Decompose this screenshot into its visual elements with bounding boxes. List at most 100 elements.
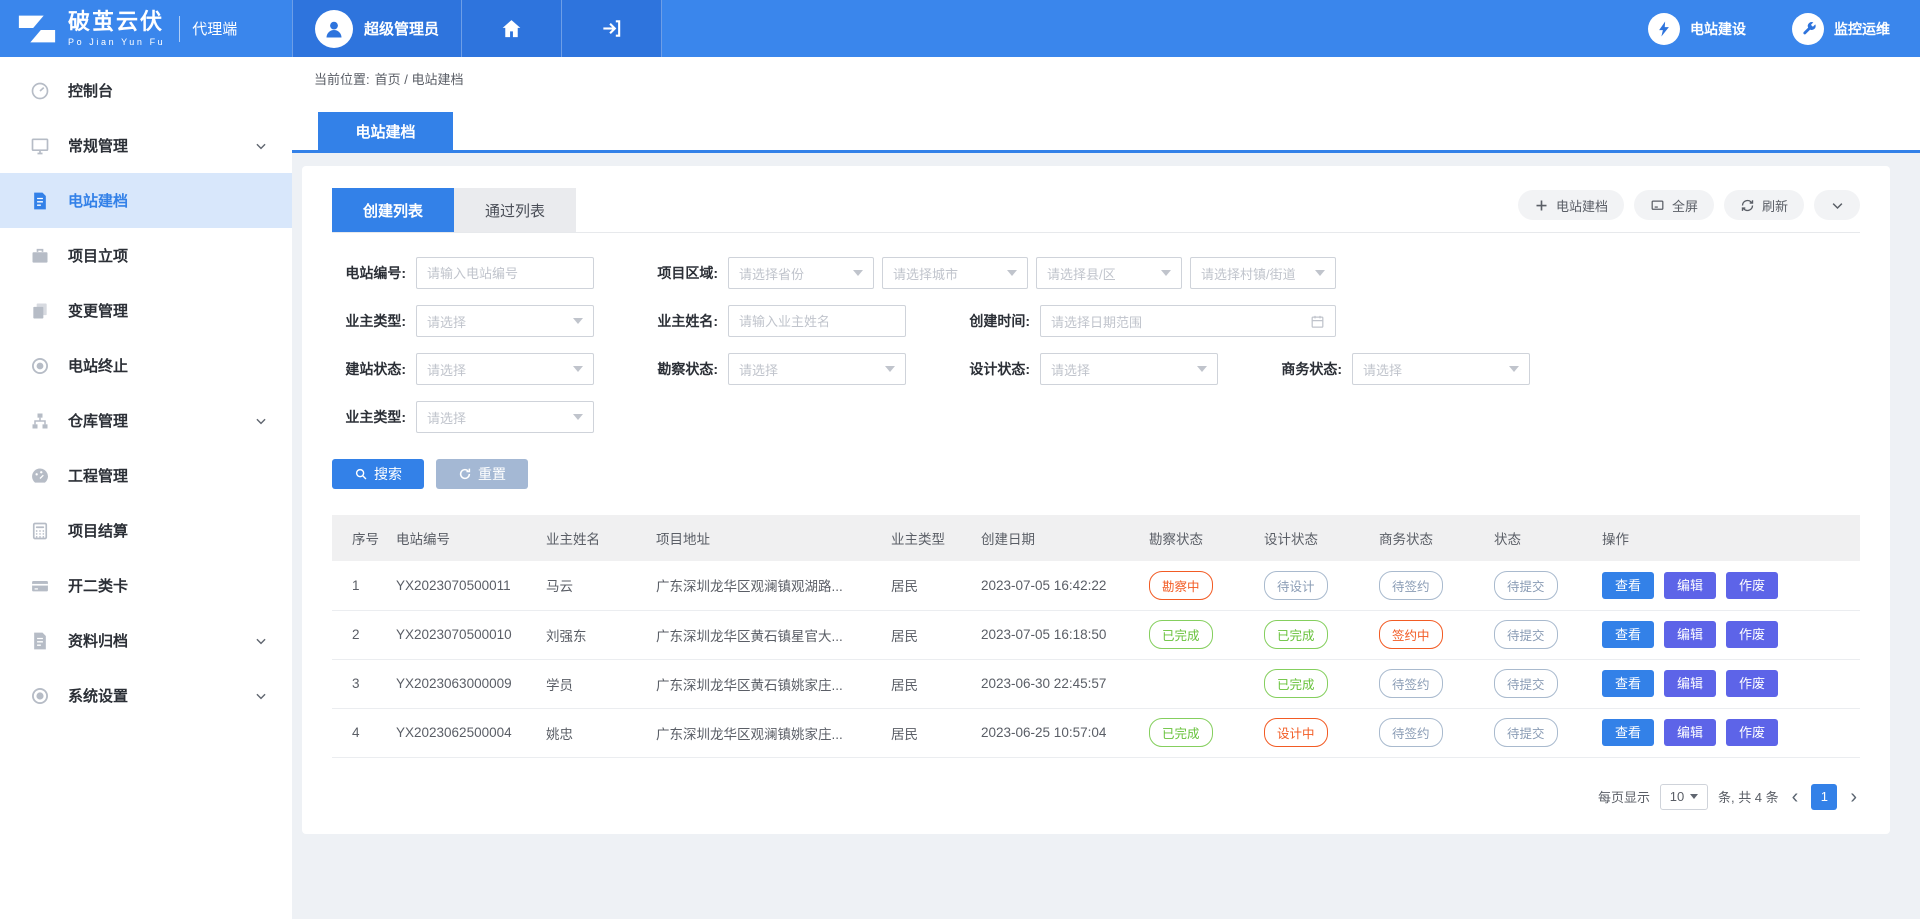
top-header: 破茧云伏 Po Jian Yun Fu 代理端 超级管理员 (0, 0, 1920, 57)
edit-button[interactable]: 编辑 (1664, 719, 1716, 746)
cell-station-no: YX2023062500004 (388, 708, 538, 757)
view-button[interactable]: 查看 (1602, 719, 1654, 746)
reset-button[interactable]: 重置 (436, 459, 528, 489)
sidebar-item-project-settlement[interactable]: 项目结算 (0, 503, 292, 558)
gauge-icon (30, 466, 50, 486)
sidebar-item-system-settings[interactable]: 系统设置 (0, 668, 292, 723)
status-badge: 设计中 (1264, 718, 1328, 747)
sidebar-item-project-initiation[interactable]: 项目立项 (0, 228, 292, 283)
page-tab-station-archive[interactable]: 电站建档 (318, 112, 453, 150)
cell-created-date: 2023-06-30 22:45:57 (973, 659, 1141, 708)
user-menu[interactable]: 超级管理员 (292, 0, 462, 57)
cell-business-status: 待签约 (1371, 561, 1486, 610)
sidebar-item-open-card[interactable]: 开二类卡 (0, 558, 292, 613)
portal-label: 代理端 (192, 18, 237, 39)
chevron-down-icon (1830, 198, 1845, 213)
cell-owner-type: 居民 (883, 659, 973, 708)
status-badge: 已完成 (1264, 669, 1328, 698)
edit-button[interactable]: 编辑 (1664, 621, 1716, 648)
caret-down-icon (573, 318, 583, 324)
briefcase-icon (30, 246, 50, 266)
view-button[interactable]: 查看 (1602, 572, 1654, 599)
sidebar-item-change-management[interactable]: 变更管理 (0, 283, 292, 338)
town-select[interactable]: 请选择村镇/街道 (1190, 257, 1336, 289)
owner-type-select[interactable]: 请选择 (416, 305, 594, 337)
void-button[interactable]: 作废 (1726, 572, 1778, 599)
tab-create-list[interactable]: 创建列表 (332, 188, 454, 232)
station-table: 序号 电站编号 业主姓名 项目地址 业主类型 创建日期 勘察状态 设计状态 商务… (332, 515, 1860, 758)
per-page-select[interactable]: 10 (1660, 784, 1708, 810)
search-button[interactable]: 搜索 (332, 459, 424, 489)
nav-station-build[interactable]: 电站建设 (1648, 13, 1746, 45)
void-button[interactable]: 作废 (1726, 670, 1778, 697)
sidebar-item-dashboard[interactable]: 控制台 (0, 63, 292, 118)
refresh-icon (1740, 198, 1755, 213)
status-badge: 待提交 (1494, 718, 1558, 747)
caret-down-icon (1315, 270, 1325, 276)
edit-button[interactable]: 编辑 (1664, 670, 1716, 697)
owner-name-input[interactable] (728, 305, 906, 337)
cell-business-status: 签约中 (1371, 610, 1486, 659)
calendar-icon (1310, 314, 1325, 329)
survey-status-select[interactable]: 请选择 (728, 353, 906, 385)
status-badge: 待签约 (1379, 718, 1443, 747)
sidebar-item-station-archive[interactable]: 电站建档 (0, 173, 292, 228)
fullscreen-button[interactable]: 全屏 (1634, 190, 1714, 220)
settings-icon (30, 686, 50, 706)
status-badge: 待提交 (1494, 620, 1558, 649)
cell-owner-name: 刘强东 (538, 610, 648, 659)
logout-icon (600, 17, 623, 40)
view-button[interactable]: 查看 (1602, 670, 1654, 697)
business-status-select[interactable]: 请选择 (1352, 353, 1530, 385)
create-time-range-picker[interactable]: 请选择日期范围 (1040, 305, 1336, 337)
void-button[interactable]: 作废 (1726, 719, 1778, 746)
breadcrumb: 当前位置: 首页 / 电站建档 (292, 57, 1920, 100)
reset-icon (458, 467, 472, 481)
cell-owner-type: 居民 (883, 610, 973, 659)
logo-icon (16, 9, 58, 49)
logout-button[interactable] (562, 0, 662, 57)
home-icon (500, 17, 523, 40)
cell-status: 待提交 (1486, 561, 1594, 610)
cell-owner-name: 马云 (538, 561, 648, 610)
sidebar-item-data-archive[interactable]: 资料归档 (0, 613, 292, 668)
home-button[interactable] (462, 0, 562, 57)
cell-business-status: 待签约 (1371, 708, 1486, 757)
refresh-button[interactable]: 刷新 (1724, 190, 1804, 220)
row-number: 1 (332, 561, 388, 610)
owner-type2-select[interactable]: 请选择 (416, 401, 594, 433)
tab-passed-list[interactable]: 通过列表 (454, 188, 576, 232)
lightning-icon (1648, 13, 1680, 45)
sidebar-item-warehouse-management[interactable]: 仓库管理 (0, 393, 292, 448)
add-station-button[interactable]: 电站建档 (1518, 190, 1624, 220)
table-row: 1YX2023070500011马云广东深圳龙华区观澜镇观湖路...居民2023… (332, 561, 1860, 610)
cell-station-no: YX2023070500010 (388, 610, 538, 659)
cell-actions: 查看编辑作废 (1594, 561, 1860, 610)
prev-page-button[interactable]: ‹ (1789, 787, 1802, 807)
sidebar-item-general-management[interactable]: 常规管理 (0, 118, 292, 173)
nav-monitor-ops[interactable]: 监控运维 (1792, 13, 1890, 45)
station-no-input[interactable] (416, 257, 594, 289)
city-select[interactable]: 请选择城市 (882, 257, 1028, 289)
table-row: 3YX2023063000009学员广东深圳龙华区黄石镇姚家庄...居民2023… (332, 659, 1860, 708)
view-button[interactable]: 查看 (1602, 621, 1654, 648)
dashboard-icon (30, 81, 50, 101)
sidebar-item-engineering-management[interactable]: 工程管理 (0, 448, 292, 503)
status-badge: 签约中 (1379, 620, 1443, 649)
province-select[interactable]: 请选择省份 (728, 257, 874, 289)
collapse-toolbar-button[interactable] (1814, 190, 1860, 220)
cell-station-no: YX2023070500011 (388, 561, 538, 610)
county-select[interactable]: 请选择县/区 (1036, 257, 1182, 289)
edit-button[interactable]: 编辑 (1664, 572, 1716, 599)
table-header-row: 序号 电站编号 业主姓名 项目地址 业主类型 创建日期 勘察状态 设计状态 商务… (332, 515, 1860, 561)
void-button[interactable]: 作废 (1726, 621, 1778, 648)
row-number: 2 (332, 610, 388, 659)
sidebar-item-station-termination[interactable]: 电站终止 (0, 338, 292, 393)
page-1-button[interactable]: 1 (1811, 784, 1837, 810)
chevron-down-icon (254, 689, 268, 703)
build-status-select[interactable]: 请选择 (416, 353, 594, 385)
design-status-select[interactable]: 请选择 (1040, 353, 1218, 385)
archive-icon (30, 631, 50, 651)
cell-created-date: 2023-06-25 10:57:04 (973, 708, 1141, 757)
next-page-button[interactable]: › (1847, 787, 1860, 807)
